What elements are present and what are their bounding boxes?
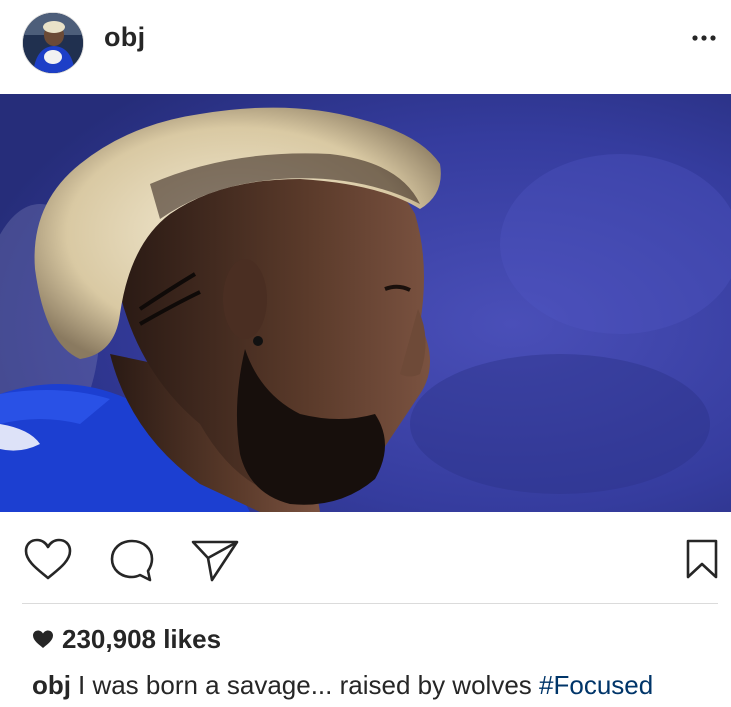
avatar-image	[23, 13, 83, 73]
post-image	[0, 94, 731, 512]
heart-filled-icon	[33, 630, 53, 648]
post-caption: obj I was born a savage... raised by wolv…	[32, 670, 653, 701]
post-actions-bar	[0, 512, 731, 602]
actions-divider	[22, 603, 718, 604]
paper-plane-icon[interactable]	[190, 538, 240, 584]
more-horizontal-icon[interactable]	[684, 28, 724, 48]
caption-text: I was born a savage... raised by wolves	[78, 670, 532, 700]
caption-username[interactable]: obj	[32, 670, 71, 700]
likes-count-text: 230,908 likes	[62, 623, 222, 654]
likes-count[interactable]: 230,908 likes	[32, 622, 221, 656]
post-header: obj	[0, 0, 731, 94]
comment-bubble-icon[interactable]	[108, 538, 156, 584]
bookmark-icon[interactable]	[685, 538, 719, 580]
caption-hashtag[interactable]: #Focused	[539, 670, 653, 700]
profile-avatar[interactable]	[22, 12, 84, 74]
heart-outline-icon[interactable]	[22, 538, 74, 582]
post-photo[interactable]	[0, 94, 731, 512]
post-username[interactable]: obj	[104, 22, 145, 53]
